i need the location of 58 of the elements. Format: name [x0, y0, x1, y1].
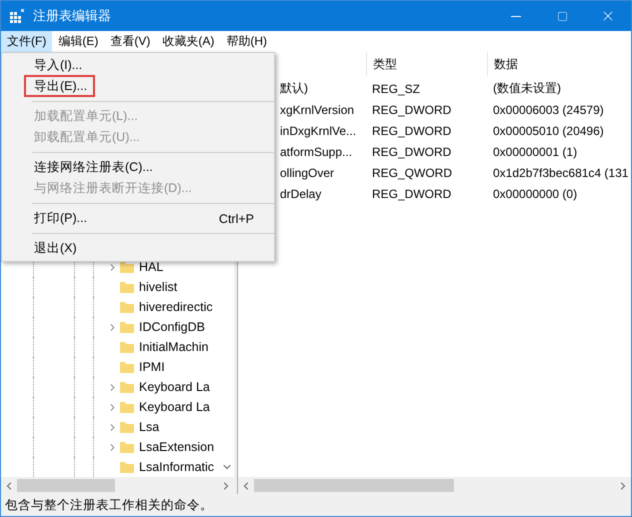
- folder-icon: [119, 419, 135, 435]
- tree-item[interactable]: Keyboard La: [139, 380, 210, 394]
- menu-item[interactable]: 连接网络注册表(C)...: [28, 160, 157, 174]
- folder-icon: [119, 319, 135, 335]
- table-cell-text: inDxgKrnlVe...: [279, 124, 358, 138]
- folder-icon: [119, 439, 135, 455]
- tree-item[interactable]: LsaExtension: [139, 440, 214, 454]
- column-header[interactable]: 类型: [366, 52, 487, 76]
- folder-icon: [119, 339, 135, 355]
- table-cell-text: 0x1d2b7f3bec681c4 (131: [492, 166, 630, 180]
- tree-item[interactable]: LsaInformatic: [139, 460, 214, 474]
- folder-icon: [119, 299, 135, 315]
- table-cell-text: 0x00000000 (0): [492, 186, 578, 200]
- registry-icon: [9, 8, 25, 24]
- table-cell-text: xgKrnlVersion: [279, 102, 356, 116]
- table-cell-text: REG_DWORD: [371, 144, 452, 158]
- column-header[interactable]: 数据: [487, 52, 631, 76]
- tree-item[interactable]: hivelist: [139, 280, 178, 294]
- folder-icon: [119, 279, 135, 295]
- menu-item[interactable]: 退出(X): [28, 241, 81, 255]
- table-cell-text: atformSupp...: [279, 144, 354, 158]
- folder-icon: [119, 359, 135, 375]
- scrollbar-thumb[interactable]: [17, 479, 115, 492]
- table-cell-text: REG_SZ: [371, 82, 422, 96]
- shortcut-text: Ctrl+P: [218, 212, 254, 226]
- menu-bar-item[interactable]: 收藏夹(A): [156, 31, 220, 52]
- table-cell-text: REG_QWORD: [371, 166, 454, 180]
- table-cell-text: REG_DWORD: [371, 102, 452, 116]
- tree-item[interactable]: Keyboard La: [139, 400, 210, 414]
- table-cell-text: (数值未设置): [492, 80, 562, 97]
- tree-item[interactable]: Lsa: [139, 420, 160, 434]
- folder-icon: [119, 379, 135, 395]
- tree-item[interactable]: InitialMachin: [139, 340, 208, 354]
- menu-bar-item[interactable]: 编辑(E): [52, 31, 104, 52]
- menu-bar-item[interactable]: 文件(F): [1, 31, 52, 52]
- menu-item[interactable]: 导入(I)...: [28, 58, 86, 72]
- maximize-icon: [556, 10, 568, 22]
- table-cell-text: drDelay: [279, 186, 322, 200]
- scrollbar-thumb[interactable]: [254, 479, 454, 492]
- folder-icon: [119, 399, 135, 415]
- menu-bar-item[interactable]: 查看(V): [104, 31, 156, 52]
- menu-item[interactable]: 打印(P)...: [28, 211, 92, 225]
- table-cell-text: REG_DWORD: [371, 124, 452, 138]
- table-cell-text: ollingOver: [279, 166, 336, 180]
- tree-item[interactable]: hiveredirectic: [139, 300, 213, 314]
- table-cell-text: REG_DWORD: [371, 186, 452, 200]
- tree-item[interactable]: IDConfigDB: [139, 320, 205, 334]
- status-text: 包含与整个注册表工作相关的命令。: [5, 496, 213, 514]
- tree-item[interactable]: IPMI: [139, 360, 165, 374]
- tree-item[interactable]: HAL: [139, 260, 164, 274]
- table-cell-text: 默认): [279, 80, 309, 97]
- folder-icon: [119, 259, 135, 275]
- menu-bar-item[interactable]: 帮助(H): [220, 31, 273, 52]
- table-cell-text: 0x00005010 (20496): [492, 124, 605, 138]
- folder-icon: [119, 459, 135, 475]
- table-cell-text: 0x00000001 (1): [492, 144, 578, 158]
- table-cell-text: 0x00006003 (24579): [492, 102, 605, 116]
- window-title: 注册表编辑器: [33, 7, 112, 25]
